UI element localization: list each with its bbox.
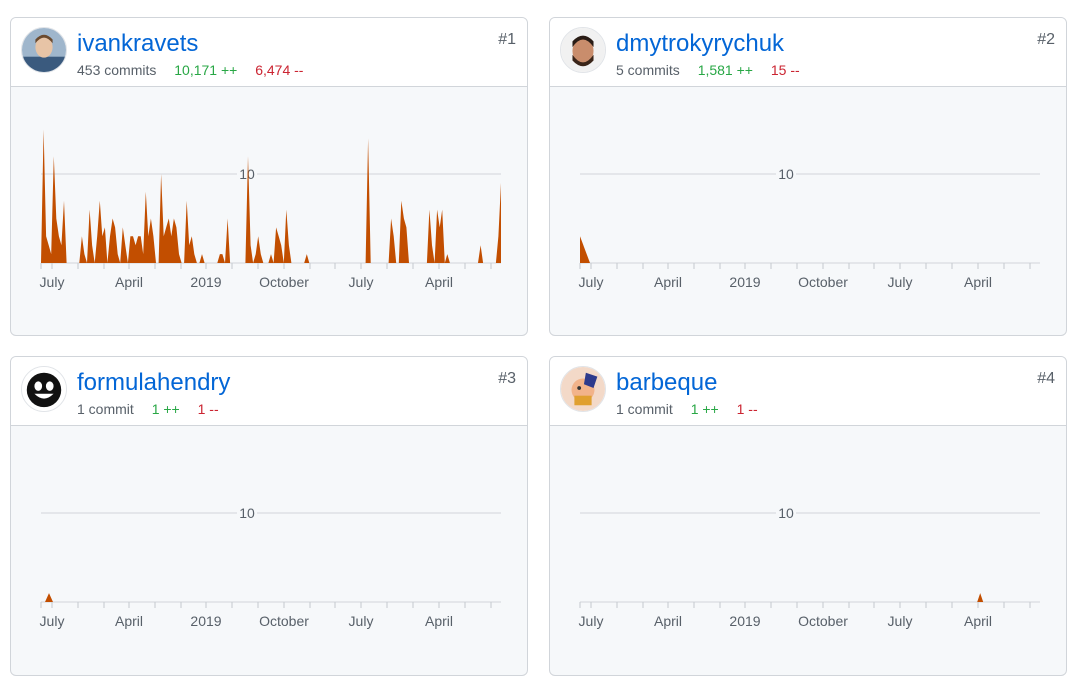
chart-canvas: 10 July April 2019 October July April (579, 505, 1040, 629)
commit-area-series (580, 236, 590, 263)
contribution-stats: 5 commits 1,581 ++ 15 -- (616, 61, 800, 79)
deletions-count: 1 -- (736, 401, 758, 417)
x-tick-label: July (579, 274, 604, 290)
commit-area-series (41, 593, 53, 602)
x-tick-label: October (259, 274, 309, 290)
x-tick-label: October (798, 274, 848, 290)
rank-badge: #1 (498, 31, 516, 48)
username-link[interactable]: dmytrokyrychuk (616, 30, 784, 58)
commit-count[interactable]: 1 commit (77, 401, 134, 417)
contribution-stats: 453 commits 10,171 ++ 6,474 -- (77, 61, 303, 79)
y-tick-label: 10 (239, 166, 255, 182)
x-tick-label: 2019 (729, 274, 760, 290)
card-header: formulahendry 1 commit 1 ++ 1 -- #3 (11, 357, 527, 426)
contribution-chart: 10 July April 2019 October July April (550, 87, 1066, 327)
additions-count: 10,171 ++ (174, 62, 238, 78)
x-tick-label: April (964, 274, 992, 290)
avatar[interactable] (560, 27, 606, 73)
x-tick-label: April (115, 274, 143, 290)
rank-badge: #2 (1037, 31, 1055, 48)
additions-count: 1,581 ++ (697, 62, 753, 78)
x-tick-label: July (579, 613, 604, 629)
commit-area-series (977, 593, 984, 602)
chart-canvas: 10 July April 2019 October July April (40, 505, 501, 629)
y-tick-label: 10 (778, 505, 794, 521)
username-link[interactable]: barbeque (616, 369, 717, 397)
avatar[interactable] (560, 366, 606, 412)
x-tick-label: July (888, 274, 913, 290)
x-tick-label: July (888, 613, 913, 629)
contribution-chart: 10 July April 2019 October July April (11, 426, 527, 666)
deletions-count: 6,474 -- (255, 62, 304, 78)
x-tick-label: April (115, 613, 143, 629)
x-tick-label: July (349, 613, 374, 629)
contributor-card-2: dmytrokyrychuk 5 commits 1,581 ++ 15 -- … (549, 17, 1067, 336)
x-tick-label: April (425, 274, 453, 290)
chart-canvas: 10 July April 2019 October July April (40, 129, 501, 290)
x-tick-label: October (259, 613, 309, 629)
card-header: barbeque 1 commit 1 ++ 1 -- #4 (550, 357, 1066, 426)
card-header: dmytrokyrychuk 5 commits 1,581 ++ 15 -- … (550, 18, 1066, 87)
deletions-count: 1 -- (197, 401, 219, 417)
x-tick-label: July (349, 274, 374, 290)
x-tick-label: July (40, 613, 65, 629)
commit-count[interactable]: 1 commit (616, 401, 673, 417)
y-tick-label: 10 (778, 166, 794, 182)
username-link[interactable]: ivankravets (77, 30, 198, 58)
username-link[interactable]: formulahendry (77, 369, 230, 397)
avatar[interactable] (21, 366, 67, 412)
commit-count[interactable]: 453 commits (77, 62, 156, 78)
card-header: ivankravets 453 commits 10,171 ++ 6,474 … (11, 18, 527, 87)
y-tick-label: 10 (239, 505, 255, 521)
x-tick-label: 2019 (729, 613, 760, 629)
contribution-stats: 1 commit 1 ++ 1 -- (77, 400, 219, 418)
avatar[interactable] (21, 27, 67, 73)
contributor-card-3: formulahendry 1 commit 1 ++ 1 -- #3 10 Ju… (10, 356, 528, 676)
additions-count: 1 ++ (690, 401, 719, 417)
contribution-chart: 10 July April 2019 October July April (550, 426, 1066, 666)
x-tick-label: April (425, 613, 453, 629)
x-tick-label: April (654, 274, 682, 290)
contributor-card-4: barbeque 1 commit 1 ++ 1 -- #4 10 July Apr… (549, 356, 1067, 676)
x-tick-label: 2019 (190, 274, 221, 290)
chart-canvas: 10 July April 2019 October July April (579, 166, 1040, 290)
commit-count[interactable]: 5 commits (616, 62, 680, 78)
commit-area-series (41, 129, 501, 263)
x-tick-label: April (964, 613, 992, 629)
rank-badge: #4 (1037, 370, 1055, 387)
x-tick-label: July (40, 274, 65, 290)
contributor-card-1: ivankravets 453 commits 10,171 ++ 6,474 … (10, 17, 528, 336)
x-tick-label: October (798, 613, 848, 629)
additions-count: 1 ++ (151, 401, 180, 417)
contribution-chart: 10 July April 2019 October July April (11, 87, 527, 327)
x-tick-label: April (654, 613, 682, 629)
x-tick-label: 2019 (190, 613, 221, 629)
contribution-stats: 1 commit 1 ++ 1 -- (616, 400, 758, 418)
deletions-count: 15 -- (770, 62, 800, 78)
rank-badge: #3 (498, 370, 516, 387)
